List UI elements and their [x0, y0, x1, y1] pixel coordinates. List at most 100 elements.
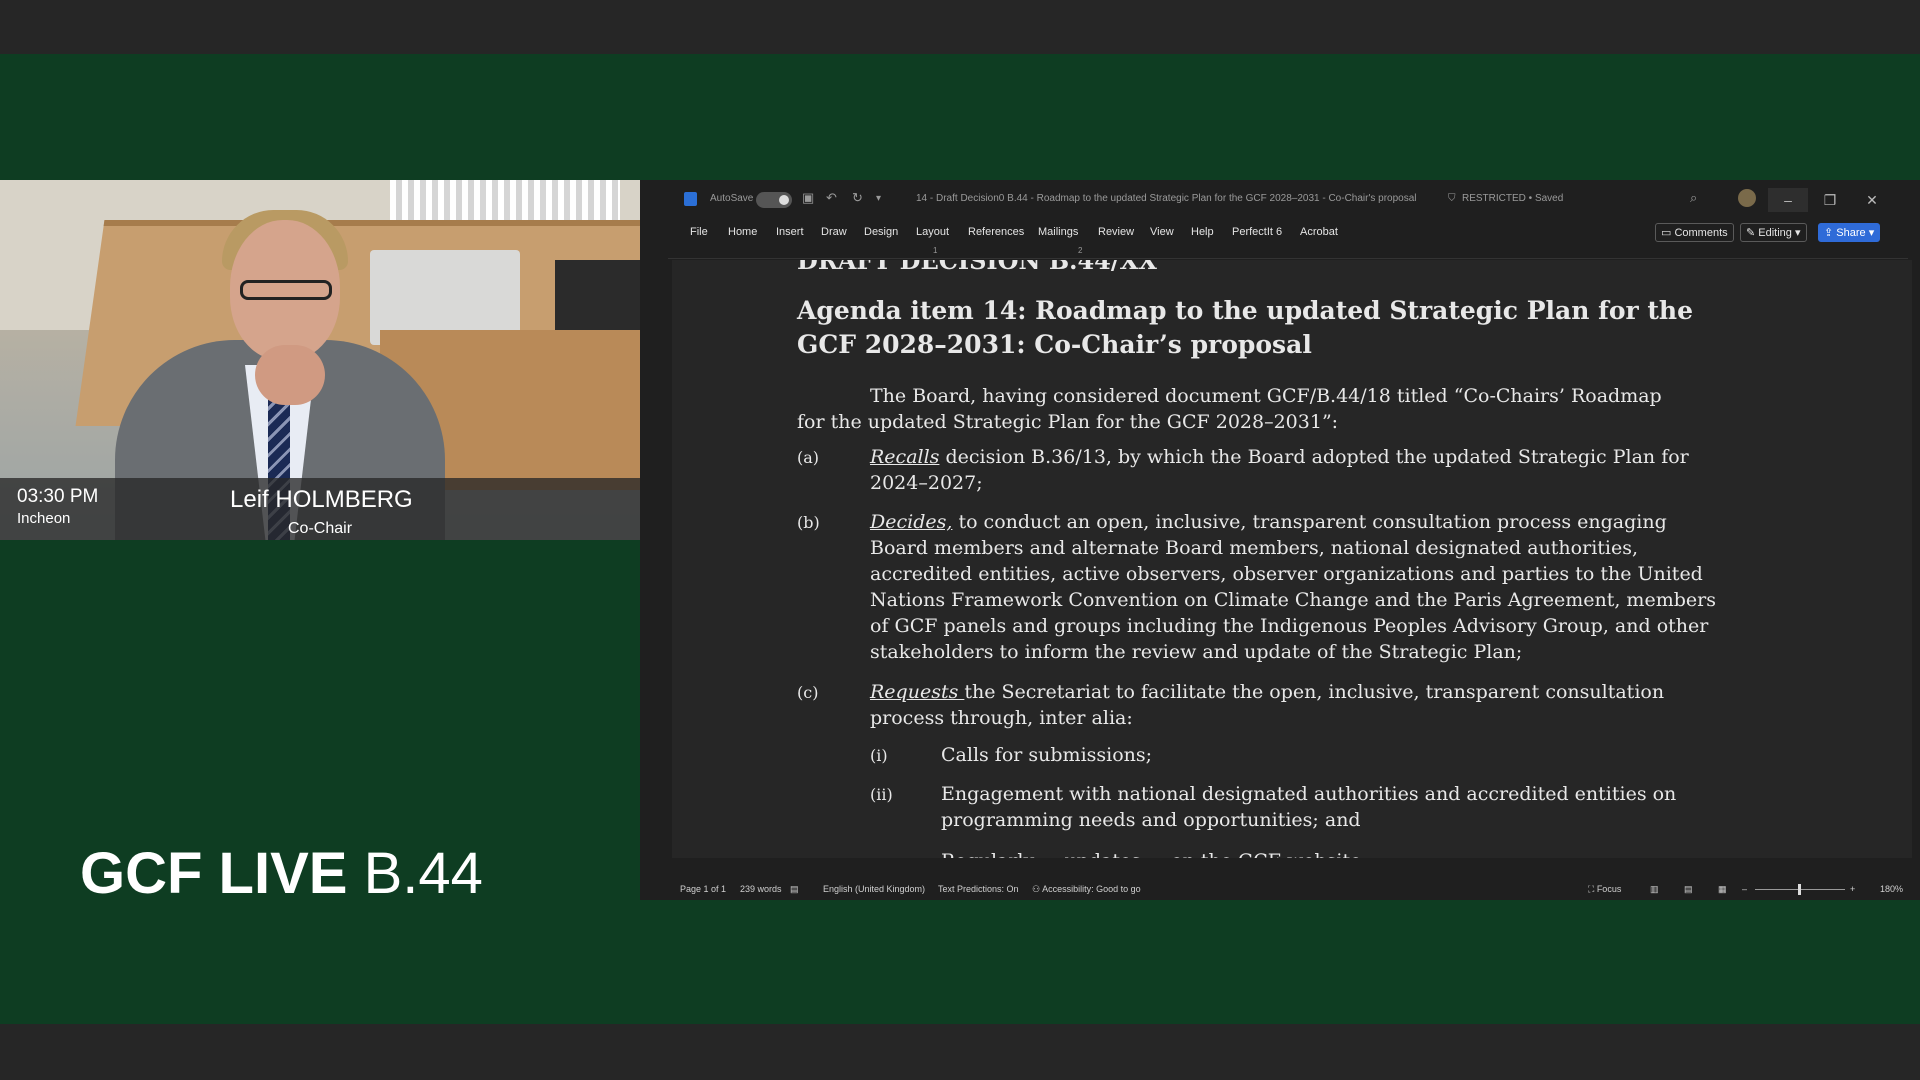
tab-home[interactable]: Home [728, 226, 757, 238]
item-a-text: decision B.36/13, by which the Board ado… [870, 446, 1689, 494]
speaker-hand [255, 345, 325, 405]
focus-mode[interactable]: ⛶ Focus [1588, 884, 1621, 895]
sensitivity-label[interactable]: RESTRICTED • Saved [1462, 193, 1563, 204]
chevron-down-icon: ▾ [1791, 227, 1801, 239]
item-c-label: (c) [797, 683, 819, 702]
autosave-toggle[interactable] [756, 192, 792, 208]
item-a-paragraph: Recalls decision B.36/13, by which the B… [870, 444, 1710, 496]
word-window: AutoSave ▣ ↶ ↻ ▾ 14 - Draft Decision0 B.… [640, 180, 1920, 900]
read-mode-icon[interactable]: ▥ [1650, 884, 1659, 895]
caption-speaker-name: Leif HOLMBERG [230, 486, 413, 513]
item-c-paragraph: Requests the Secretariat to facilitate t… [870, 679, 1700, 731]
speaker-glasses [240, 280, 332, 300]
caption-time: 03:30 PM [17, 486, 99, 507]
tab-references[interactable]: References [968, 226, 1024, 238]
horizontal-ruler[interactable]: 1 2 [668, 246, 1908, 259]
caption-location: Incheon [17, 510, 71, 527]
page-count[interactable]: Page 1 of 1 [680, 884, 726, 894]
subitem-i-text: Calls for submissions; [941, 744, 1153, 766]
tab-draw[interactable]: Draw [821, 226, 847, 238]
editing-button[interactable]: ✎ Editing ▾ [1740, 223, 1807, 242]
ribbon-tabs: File Home Insert Draw Design Layout Refe… [640, 220, 1920, 246]
document-canvas[interactable]: DRAFT DECISION B.44/XX Agenda item 14: R… [672, 260, 1912, 858]
focus-icon: ⛶ [1588, 884, 1597, 894]
zoom-slider-handle[interactable] [1798, 884, 1801, 895]
item-b-text: to conduct an open, inclusive, transpare… [870, 511, 1716, 663]
item-b-label: (b) [797, 513, 820, 532]
tab-insert[interactable]: Insert [776, 226, 804, 238]
document-page[interactable]: DRAFT DECISION B.44/XX Agenda item 14: R… [672, 260, 1872, 858]
tab-layout[interactable]: Layout [916, 226, 949, 238]
tab-help[interactable]: Help [1191, 226, 1214, 238]
word-app-icon [684, 192, 697, 206]
pencil-icon: ✎ [1746, 227, 1759, 239]
close-icon[interactable]: ✕ [1852, 188, 1892, 212]
proofing-icon[interactable]: ▤ [790, 884, 799, 895]
letterbox-top [0, 0, 1920, 54]
vertical-ruler[interactable] [640, 260, 664, 856]
caption-speaker-role: Co-Chair [288, 520, 353, 537]
ruler-mark-1: 1 [933, 246, 938, 255]
undo-icon[interactable]: ↶ [826, 190, 837, 206]
autosave-label: AutoSave [710, 193, 754, 204]
shield-icon: ⛉ [1448, 193, 1456, 204]
monitor [555, 260, 640, 340]
minimize-icon[interactable]: – [1768, 188, 1808, 212]
intro-paragraph: The Board, having considered document GC… [797, 385, 1662, 433]
zoom-out-icon[interactable]: – [1742, 884, 1747, 894]
agenda-heading: Agenda item 14: Roadmap to the updated S… [797, 296, 1694, 359]
word-count[interactable]: 239 words [740, 884, 782, 894]
tab-design[interactable]: Design [864, 226, 898, 238]
language[interactable]: English (United Kingdom) [823, 884, 925, 894]
item-a-label: (a) [797, 448, 820, 467]
tab-perfectit[interactable]: PerfectIt 6 [1232, 226, 1282, 238]
accessibility-label: Accessibility: Good to go [1042, 884, 1141, 894]
tab-file[interactable]: File [690, 226, 708, 238]
title-bar: AutoSave ▣ ↶ ↻ ▾ 14 - Draft Decision0 B.… [640, 180, 1920, 220]
avatar[interactable] [1738, 189, 1756, 207]
accessibility-status[interactable]: ⚇ Accessibility: Good to go [1032, 884, 1141, 895]
search-icon[interactable]: ⌕ [1690, 190, 1697, 206]
editing-button-label: Editing [1758, 227, 1792, 239]
subitem-i-label: (i) [870, 746, 888, 765]
item-b-keyword: Decides, [870, 511, 953, 533]
web-layout-icon[interactable]: ▦ [1718, 884, 1727, 895]
ruler-mark-2: 2 [1078, 246, 1083, 255]
brand-light: B.44 [363, 841, 483, 906]
status-bar: Page 1 of 1 239 words ▤ English (United … [640, 878, 1920, 900]
share-button[interactable]: ⇪ Share ▾ [1818, 223, 1881, 242]
tab-mailings[interactable]: Mailings [1038, 226, 1078, 238]
item-a-keyword: Recalls [870, 446, 940, 468]
letterbox-bottom [0, 1024, 1920, 1080]
subitem-iii-cut: Regularly ... updates ... on the GCF web… [941, 848, 1721, 858]
item-c-keyword: Requests [870, 681, 965, 703]
share-chevron-icon: ▾ [1865, 227, 1875, 239]
focus-label: Focus [1596, 884, 1622, 894]
share-icon: ⇪ [1824, 227, 1837, 239]
tab-acrobat[interactable]: Acrobat [1300, 226, 1338, 238]
subitem-ii-label: (ii) [870, 785, 893, 804]
qat-menu-icon[interactable]: ▾ [876, 193, 881, 204]
zoom-in-icon[interactable]: + [1850, 884, 1855, 894]
subitem-ii-text: Engagement with national designated auth… [941, 783, 1677, 831]
brand-bold: GCF LIVE [80, 841, 348, 906]
gcf-live-logo: GCF LIVE B.44 [80, 840, 483, 907]
redo-icon[interactable]: ↻ [852, 190, 863, 206]
speaker-video: 03:30 PM Incheon Leif HOLMBERG Co-Chair [0, 180, 640, 540]
document-title: 14 - Draft Decision0 B.44 - Roadmap to t… [916, 193, 1417, 204]
item-c-text: the Secretariat to facilitate the open, … [870, 681, 1665, 729]
item-b-paragraph: Decides, to conduct an open, inclusive, … [870, 509, 1720, 665]
zoom-level[interactable]: 180% [1880, 884, 1903, 894]
comment-icon: ▭ [1661, 227, 1675, 239]
restore-icon[interactable]: ❐ [1810, 188, 1850, 212]
share-button-label: Share [1836, 227, 1866, 239]
tab-review[interactable]: Review [1098, 226, 1134, 238]
print-layout-icon[interactable]: ▤ [1684, 884, 1693, 895]
accessibility-icon: ⚇ [1032, 884, 1043, 894]
comments-button-label: Comments [1674, 227, 1728, 239]
comments-button[interactable]: ▭ Comments [1655, 223, 1734, 242]
save-icon[interactable]: ▣ [802, 190, 814, 206]
text-predictions[interactable]: Text Predictions: On [938, 884, 1019, 894]
decision-heading-cut: DRAFT DECISION B.44/XX [797, 260, 1157, 275]
tab-view[interactable]: View [1150, 226, 1174, 238]
